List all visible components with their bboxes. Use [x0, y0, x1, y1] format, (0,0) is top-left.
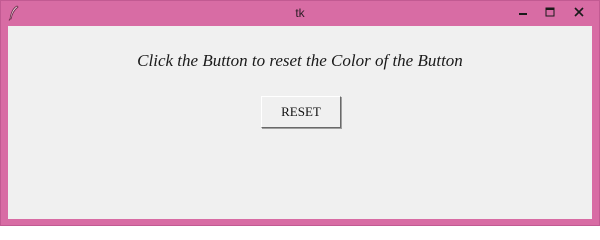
close-icon — [574, 7, 584, 17]
minimize-icon — [518, 13, 527, 15]
close-button[interactable] — [563, 1, 595, 23]
maximize-icon — [545, 7, 554, 17]
window-content: Click the Button to reset the Color of t… — [8, 26, 592, 219]
minimize-button[interactable] — [509, 1, 536, 23]
reset-button[interactable]: RESET — [261, 96, 341, 128]
title-bar[interactable]: tk — [1, 1, 599, 26]
maximize-button[interactable] — [536, 1, 563, 23]
instruction-label: Click the Button to reset the Color of t… — [137, 51, 463, 70]
app-window: tk Click the Button to reset the Color o… — [0, 0, 600, 226]
